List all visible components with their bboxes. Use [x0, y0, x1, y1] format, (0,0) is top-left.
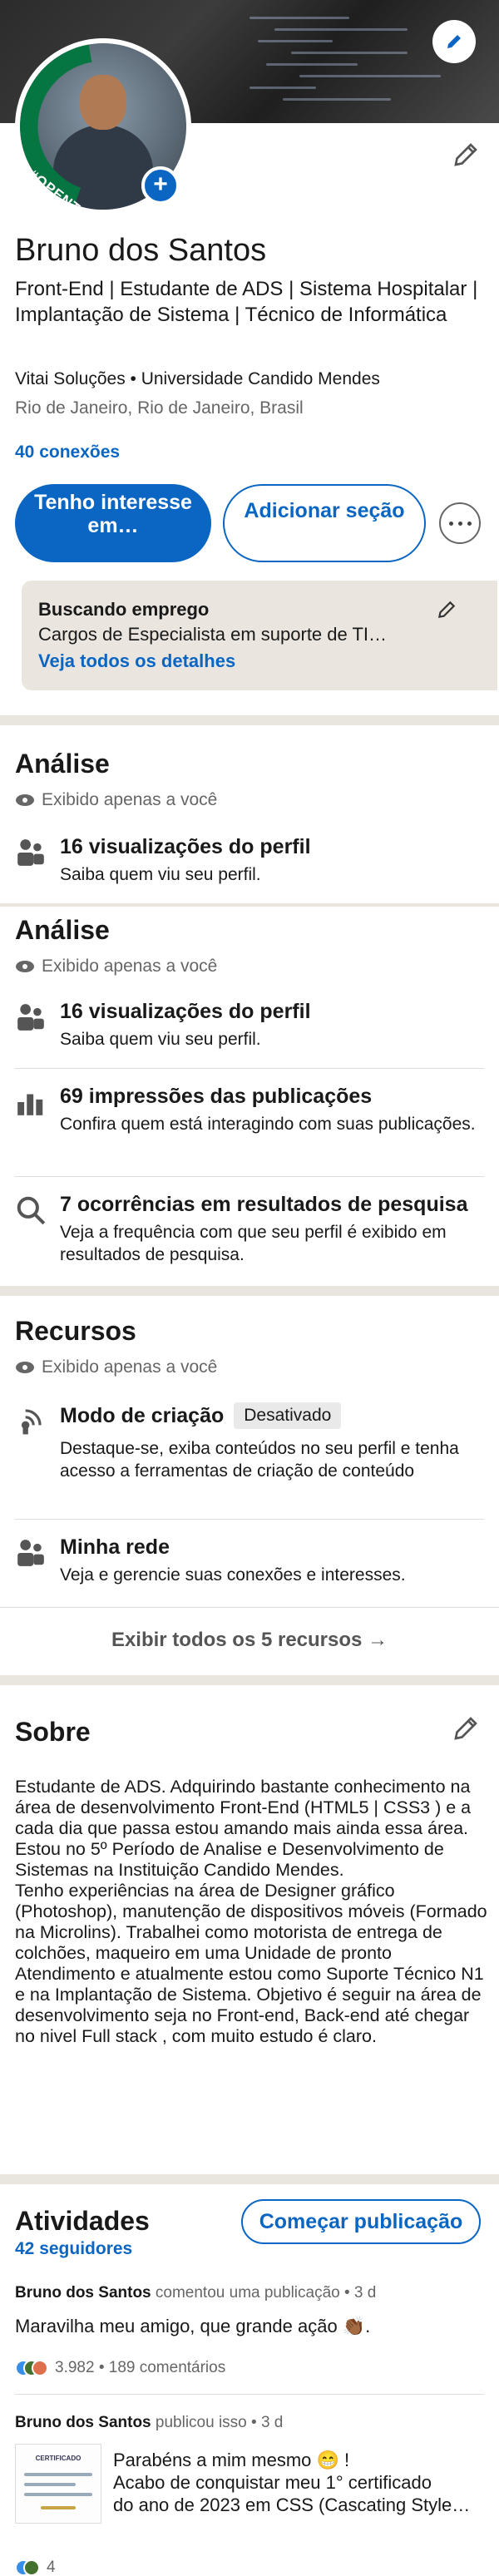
connections-link[interactable]: 40 conexões: [15, 443, 120, 462]
private-note-text: Exibido apenas a você: [42, 957, 218, 976]
reactions-count: 4: [47, 2559, 56, 2576]
post-line: do ano de 2023 em CSS (Cascating Style…: [113, 2494, 471, 2515]
eye-icon: [16, 961, 34, 972]
about-section: Sobre Estudante de ADS. Adquirindo basta…: [0, 1685, 499, 2174]
section-title: Recursos: [15, 1316, 136, 1346]
divider: [15, 1068, 484, 1069]
search-icon: [17, 1196, 46, 1225]
profile-views-item[interactable]: 16 visualizações do perfil Saiba quem vi…: [15, 1000, 489, 1058]
reactions-count: 3.982 • 189 comentários: [55, 2359, 226, 2376]
open-to-button[interactable]: Tenho interesse em…: [15, 484, 211, 562]
divider: [0, 1286, 499, 1296]
item-title: Minha rede: [60, 1535, 170, 1559]
post-action: comentou uma publicação • 3 d: [155, 2284, 377, 2302]
profile-views-item[interactable]: 16 visualizações do perfil Saiba quem vi…: [15, 835, 489, 893]
bar-chart-icon: [17, 1094, 43, 1115]
search-appearances-item[interactable]: 7 ocorrências em resultados de pesquisa …: [15, 1193, 489, 1273]
followers-link[interactable]: 42 seguidores: [15, 2239, 132, 2259]
more-options-button[interactable]: [439, 502, 481, 544]
post-meta: Bruno dos Santos publicou isso • 3 d: [15, 2414, 283, 2432]
profile-name: Bruno dos Santos: [15, 233, 267, 268]
post-text[interactable]: Parabéns a mim mesmo 😁 ! Acabo de conqui…: [113, 2449, 479, 2516]
post-thumbnail[interactable]: CERTIFICADO: [15, 2444, 101, 2524]
item-desc: Confira quem está interagindo com suas p…: [60, 1115, 476, 1134]
celebrate-icon: [23, 2559, 40, 2576]
pencil-icon: [454, 143, 477, 166]
item-desc: Veja e gerencie suas conexões e interess…: [60, 1565, 406, 1585]
post-author[interactable]: Bruno dos Santos: [15, 2284, 151, 2302]
analytics-section: Análise Exibido apenas a você 16 visuali…: [0, 725, 499, 903]
post-author[interactable]: Bruno dos Santos: [15, 2414, 151, 2431]
profile-top-card: #OPENTOWORK + Bruno dos Santos Front-End…: [0, 0, 499, 715]
edit-cover-button[interactable]: [432, 20, 476, 63]
pencil-icon: [437, 601, 456, 619]
add-photo-button[interactable]: +: [141, 166, 180, 205]
people-icon: [17, 839, 44, 866]
divider: [0, 2174, 499, 2184]
item-desc: Veja a frequência com que seu perfil é e…: [60, 1223, 447, 1264]
activity-section: Atividades 42 seguidores Começar publica…: [0, 2184, 499, 2576]
creator-mode-item[interactable]: Modo de criação Desativado Destaque-se, e…: [15, 1402, 489, 1510]
open-to-work-description: Cargos de Especialista em suporte de TI…: [38, 624, 388, 645]
item-title: Modo de criação Desativado: [60, 1402, 342, 1429]
open-to-work-title: Buscando emprego: [38, 599, 210, 620]
edit-about-button[interactable]: [451, 1713, 481, 1748]
reactions-bar[interactable]: 4: [15, 2559, 56, 2576]
post-text[interactable]: Maravilha meu amigo, que grande ação 👏🏾.: [15, 2316, 370, 2337]
start-post-button[interactable]: Começar publicação: [241, 2199, 481, 2244]
show-all-resources-link[interactable]: Exibir todos os 5 recursos →: [0, 1629, 499, 1652]
creator-mode-label: Modo de criação: [60, 1404, 225, 1427]
post-meta: Bruno dos Santos comentou uma publicação…: [15, 2284, 376, 2302]
section-title: Atividades: [15, 2206, 150, 2236]
divider: [0, 1675, 499, 1685]
item-title: 69 impressões das publicações: [60, 1085, 373, 1108]
my-network-item[interactable]: Minha rede Veja e gerencie suas conexões…: [15, 1535, 489, 1594]
item-desc: Destaque-se, exiba conteúdos no seu perf…: [60, 1439, 459, 1481]
section-title: Análise: [15, 749, 110, 779]
item-desc: Saiba quem viu seu perfil.: [60, 1030, 261, 1049]
section-title: Análise: [15, 915, 110, 945]
people-icon: [17, 1540, 44, 1566]
item-desc: Saiba quem viu seu perfil.: [60, 865, 261, 884]
post-line: Parabéns a mim mesmo 😁 !: [113, 2450, 350, 2470]
divider: [15, 1519, 484, 1520]
item-title: 16 visualizações do perfil: [60, 1000, 311, 1023]
section-title: Sobre: [15, 1717, 91, 1747]
divider: [15, 2394, 484, 2395]
private-note-text: Exibido apenas a você: [42, 790, 218, 809]
item-title: 16 visualizações do perfil: [60, 835, 311, 858]
pencil-icon: [454, 1717, 477, 1740]
edit-profile-button[interactable]: [451, 140, 481, 174]
resources-section: Recursos Exibido apenas a você Modo de c…: [0, 1296, 499, 1675]
love-icon: [32, 2360, 48, 2376]
open-to-work-details-link[interactable]: Veja todos os detalhes: [38, 650, 235, 672]
post-line: Acabo de conquistar meu 1° certificado: [113, 2472, 432, 2493]
divider: [0, 1607, 499, 1608]
profile-headline: Front-End | Estudante de ADS | Sistema H…: [15, 278, 478, 326]
reactions-bar[interactable]: 3.982 • 189 comentários: [15, 2359, 225, 2377]
divider: [15, 1176, 484, 1177]
private-note: Exibido apenas a você: [15, 957, 217, 977]
broadcast-icon: [21, 1409, 42, 1435]
item-title: 7 ocorrências em resultados de pesquisa: [60, 1193, 468, 1216]
post-action: publicou isso • 3 d: [155, 2414, 284, 2431]
divider: [0, 715, 499, 725]
private-note: Exibido apenas a você: [15, 790, 217, 810]
post-impressions-item[interactable]: 69 impressões das publicações Confira qu…: [15, 1085, 489, 1159]
private-note-text: Exibido apenas a você: [42, 1357, 218, 1377]
add-section-button[interactable]: Adicionar seção: [223, 484, 426, 562]
certificate-label: CERTIFICADO: [35, 2455, 82, 2462]
eye-icon: [16, 794, 34, 806]
analytics-section: Análise Exibido apenas a você 16 visuali…: [0, 907, 499, 1286]
location: Rio de Janeiro, Rio de Janeiro, Brasil: [15, 398, 304, 418]
edit-open-to-work-button[interactable]: [436, 599, 457, 625]
eye-icon: [16, 1362, 34, 1373]
pencil-icon: [447, 35, 461, 48]
company-education[interactable]: Vitai Soluções • Universidade Candido Me…: [15, 369, 380, 389]
status-badge: Desativado: [234, 1402, 342, 1429]
about-text: Estudante de ADS. Adquirindo bastante co…: [15, 1777, 487, 2046]
open-to-work-card[interactable]: Buscando emprego Cargos de Especialista …: [22, 581, 497, 690]
people-icon: [17, 1004, 44, 1031]
private-note: Exibido apenas a você: [15, 1357, 217, 1377]
